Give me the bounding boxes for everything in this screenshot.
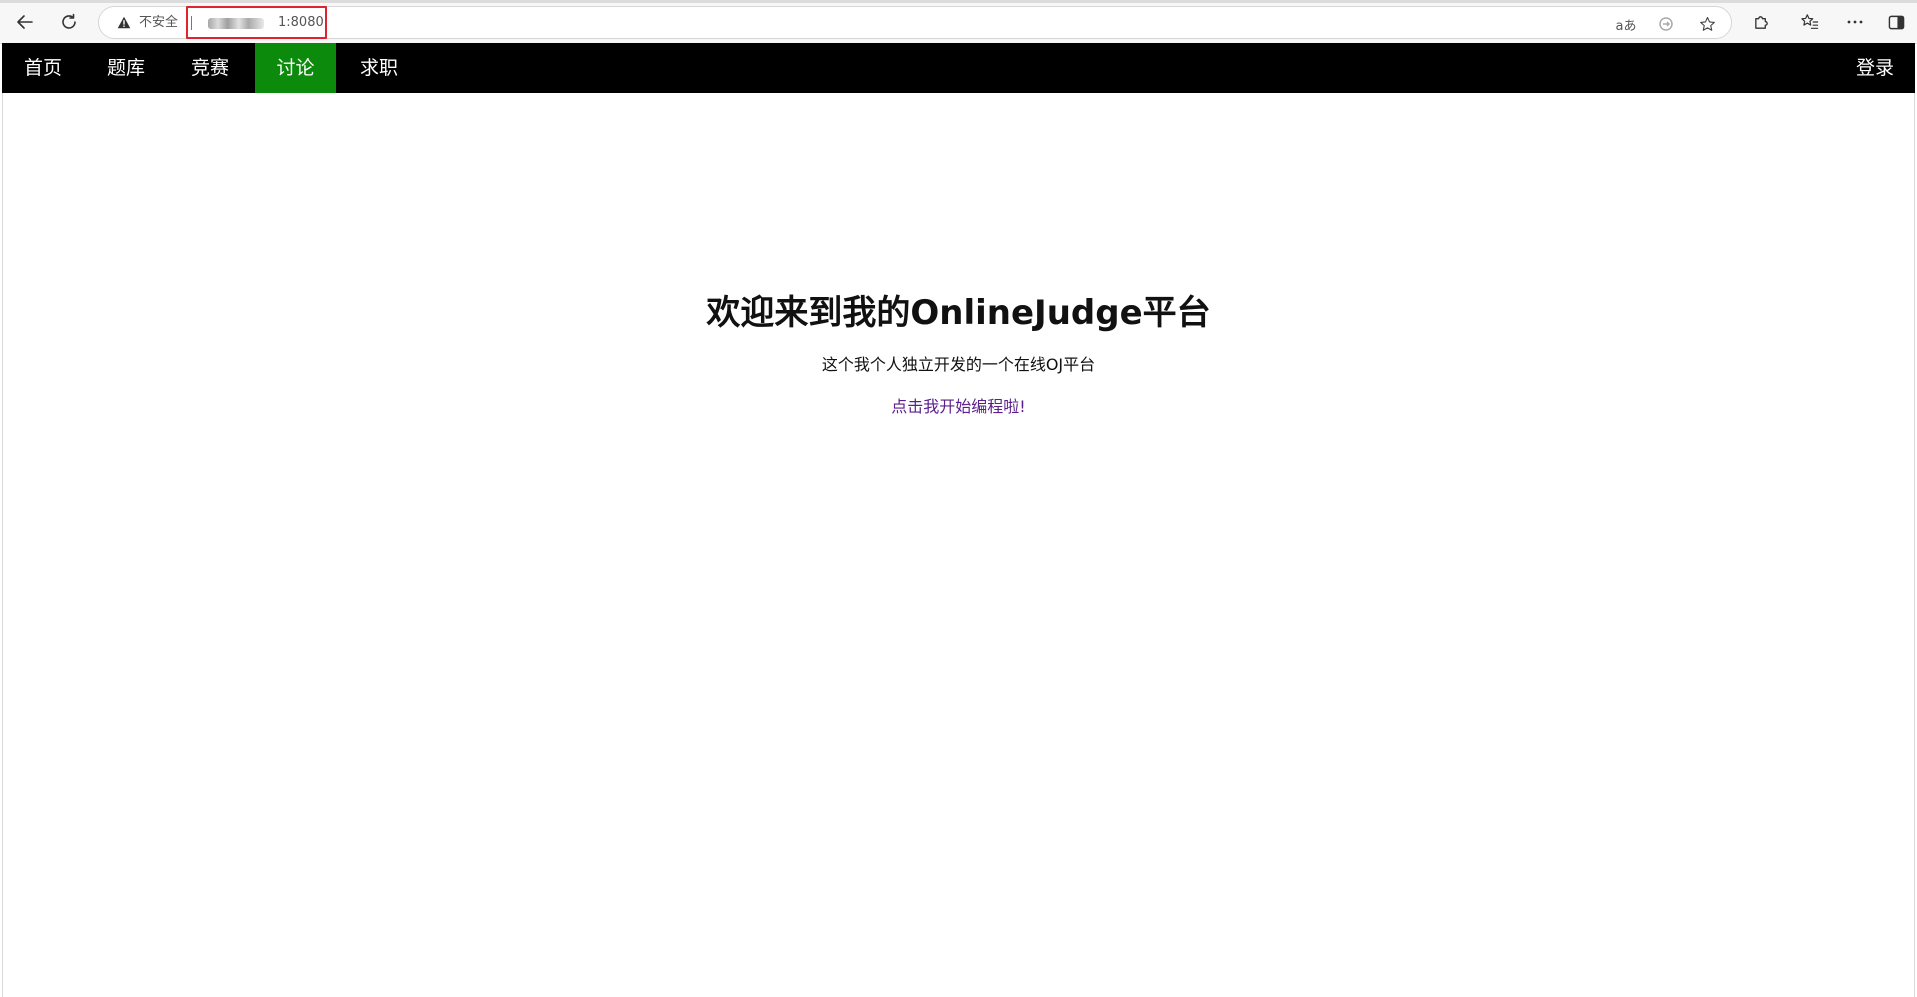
tab-strip [0,0,1917,3]
puzzle-icon [1754,15,1768,29]
extensions-button[interactable] [1745,6,1777,38]
nav-item-contests[interactable]: 竞赛 [168,43,252,93]
more-button[interactable] [1839,6,1871,38]
url-highlight-box: 1:8080 [186,6,327,39]
start-coding-link[interactable]: 点击我开始编程啦! [891,397,1025,416]
sync-button[interactable] [1655,13,1677,35]
sidebar-button[interactable] [1880,6,1912,38]
reload-icon [62,13,76,29]
nav-item-problems[interactable]: 题库 [84,43,168,93]
redacted-host [208,18,264,29]
warning-triangle-icon [117,16,131,29]
nav-item-home[interactable]: 首页 [2,43,84,93]
arrow-left-icon [17,15,33,29]
url-text[interactable]: 1:8080 [278,8,324,37]
page-content [2,93,1915,997]
favorites-button[interactable] [1794,6,1826,38]
nav-item-discuss[interactable]: 讨论 [255,43,336,93]
reload-button[interactable] [53,6,85,38]
back-button[interactable] [9,6,41,38]
browser-toolbar: 不安全 1:8080 aあ [0,0,1917,44]
site-navbar: 首页 题库 竞赛 讨论 求职 登录 [2,43,1915,93]
start-coding-link-wrap: 点击我开始编程啦! [0,395,1917,419]
read-aloud-button[interactable]: aあ [1615,13,1637,35]
login-link[interactable]: 登录 [1835,43,1915,93]
favorite-button[interactable] [1696,13,1718,35]
nav-item-jobs[interactable]: 求职 [336,43,422,93]
page-title: 欢迎来到我的OnlineJudge平台 [706,293,1211,333]
favorites-list-icon [1801,14,1819,29]
address-bar[interactable]: 不安全 1:8080 aあ [98,6,1732,39]
more-icon [1847,20,1863,24]
security-status-label[interactable]: 不安全 [139,7,178,38]
page-subtitle: 这个我个人独立开发的一个在线OJ平台 [821,355,1096,374]
star-icon [1699,16,1715,31]
sidebar-icon [1888,15,1904,29]
read-aloud-icon: aあ [1615,18,1637,34]
sync-icon [1659,17,1673,31]
